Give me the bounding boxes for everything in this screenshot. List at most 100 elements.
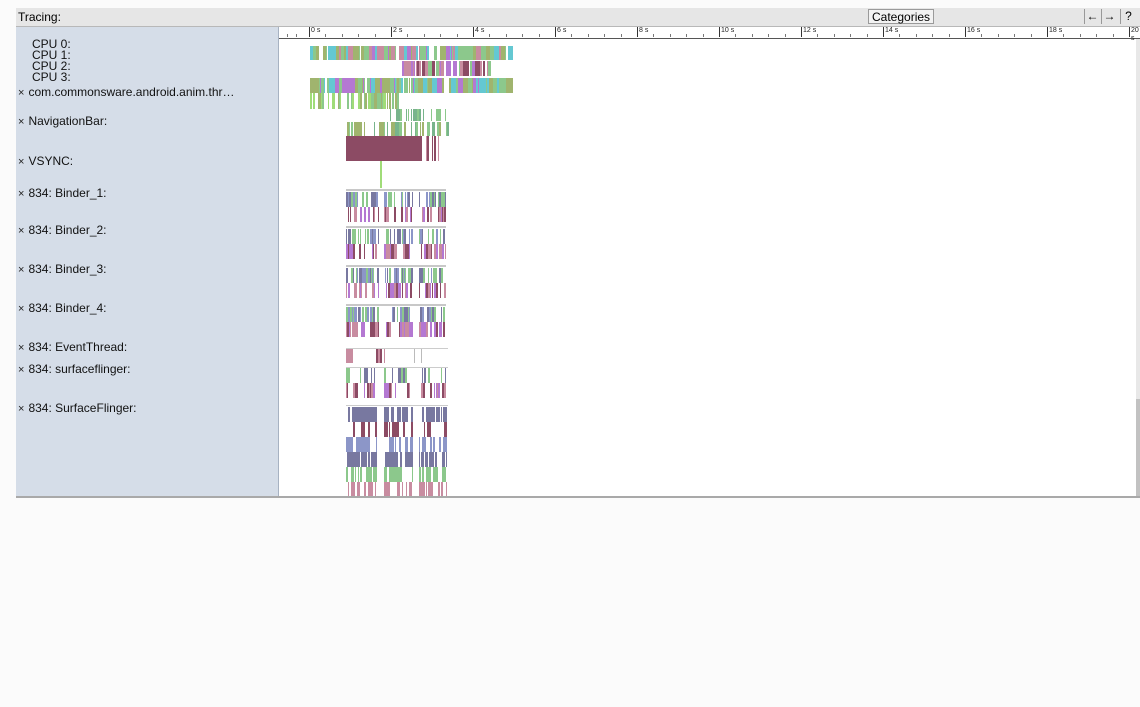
- binder-slice[interactable]: [393, 307, 395, 322]
- binder-slice[interactable]: [402, 283, 403, 298]
- binder-slice[interactable]: [376, 192, 378, 207]
- binder-slice[interactable]: [348, 207, 349, 222]
- cpu-2-slice[interactable]: [409, 78, 410, 93]
- binder-slice[interactable]: [373, 268, 374, 283]
- surfaceflinger-divider[interactable]: [346, 405, 448, 406]
- timeline-tracks[interactable]: [279, 39, 1140, 496]
- anim-slice[interactable]: [411, 122, 412, 136]
- surfaceflinger-slice[interactable]: [434, 383, 435, 398]
- anim-slice[interactable]: [420, 109, 421, 121]
- surfaceflinger-main-slice[interactable]: [445, 422, 447, 437]
- binder-slice[interactable]: [436, 283, 438, 298]
- binder-slice[interactable]: [436, 244, 438, 259]
- binder-slice[interactable]: [378, 322, 379, 337]
- anim-slice[interactable]: [429, 122, 430, 136]
- surfaceflinger-slice[interactable]: [441, 368, 442, 383]
- cpu-2-slice[interactable]: [401, 78, 403, 93]
- binder-slice[interactable]: [389, 268, 391, 283]
- binder-slice[interactable]: [356, 207, 357, 222]
- surfaceflinger-main-slice[interactable]: [346, 422, 348, 437]
- anim-slice[interactable]: [439, 122, 441, 136]
- cpu-3-slice[interactable]: [365, 93, 367, 109]
- anim-slice[interactable]: [445, 109, 446, 121]
- binder-slice[interactable]: [419, 283, 420, 298]
- binder-slice[interactable]: [440, 229, 441, 244]
- cpu-1-slice[interactable]: [480, 61, 482, 76]
- binder-slice[interactable]: [412, 229, 413, 244]
- anim-slice[interactable]: [387, 122, 388, 136]
- binder-slice[interactable]: [423, 268, 425, 283]
- binder-slice[interactable]: [430, 283, 431, 298]
- binder-slice[interactable]: [445, 192, 446, 207]
- binder-slice[interactable]: [441, 268, 443, 283]
- surfaceflinger-main-slice[interactable]: [430, 437, 432, 452]
- cpu-1-slice[interactable]: [414, 61, 415, 76]
- cpu-2-slice[interactable]: [442, 78, 444, 93]
- binder-slice[interactable]: [360, 207, 362, 222]
- cpu-3-slice[interactable]: [333, 93, 335, 109]
- anim-slice[interactable]: [416, 122, 418, 136]
- surfaceflinger-main-slice[interactable]: [376, 467, 377, 482]
- anim-slice[interactable]: [420, 122, 421, 136]
- surfaceflinger-main-slice[interactable]: [411, 422, 413, 437]
- surfaceflinger-main-slice[interactable]: [348, 482, 349, 496]
- surfaceflinger-slice[interactable]: [395, 383, 396, 398]
- cpu-1-slice[interactable]: [488, 61, 491, 76]
- cpu-3-slice[interactable]: [389, 93, 391, 109]
- cpu-0-slice[interactable]: [326, 46, 327, 60]
- surfaceflinger-slice[interactable]: [357, 383, 358, 398]
- cpu-3-slice[interactable]: [397, 93, 399, 109]
- binder-slice[interactable]: [367, 229, 369, 244]
- binder-slice[interactable]: [367, 307, 369, 322]
- surfaceflinger-main-slice[interactable]: [412, 467, 413, 482]
- surfaceflinger-main-slice[interactable]: [412, 407, 413, 422]
- surfaceflinger-slice[interactable]: [430, 383, 432, 398]
- surfaceflinger-main-slice[interactable]: [386, 422, 388, 437]
- binder-slice[interactable]: [358, 229, 359, 244]
- binder-slice[interactable]: [421, 244, 422, 259]
- surfaceflinger-slice[interactable]: [374, 368, 375, 383]
- cpu-0-slice[interactable]: [434, 46, 437, 60]
- binder-slice[interactable]: [394, 207, 396, 222]
- cpu-3-slice[interactable]: [347, 93, 349, 109]
- binder-slice[interactable]: [363, 322, 365, 337]
- surfaceflinger-main-slice[interactable]: [353, 437, 355, 452]
- binder-slice[interactable]: [419, 192, 420, 207]
- close-icon[interactable]: ×: [18, 87, 24, 99]
- surfaceflinger-main-slice[interactable]: [348, 407, 350, 422]
- navigationbar-slice[interactable]: [438, 136, 439, 161]
- binder-slice[interactable]: [394, 229, 395, 244]
- binder-slice[interactable]: [426, 322, 428, 337]
- binder-slice[interactable]: [402, 192, 403, 207]
- surfaceflinger-main-slice[interactable]: [387, 407, 389, 422]
- surfaceflinger-main-slice[interactable]: [363, 422, 365, 437]
- surfaceflinger-main-slice[interactable]: [406, 407, 408, 422]
- anim-slice[interactable]: [423, 109, 424, 121]
- binder-slice[interactable]: [364, 207, 366, 222]
- surfaceflinger-main-slice[interactable]: [358, 452, 360, 467]
- binder-slice[interactable]: [359, 244, 361, 259]
- cpu-3-slice[interactable]: [352, 93, 354, 109]
- surfaceflinger-main-slice[interactable]: [446, 452, 447, 467]
- binder-slice[interactable]: [441, 322, 442, 337]
- close-icon[interactable]: ×: [18, 342, 24, 354]
- binder-slice[interactable]: [360, 307, 361, 322]
- cpu-0-slice[interactable]: [505, 46, 506, 60]
- anim-slice[interactable]: [404, 122, 406, 136]
- anim-slice[interactable]: [361, 122, 362, 136]
- binder-slice[interactable]: [431, 244, 432, 259]
- binder-divider[interactable]: [346, 304, 446, 306]
- binder-slice[interactable]: [386, 283, 387, 298]
- binder-slice[interactable]: [357, 268, 358, 283]
- navigationbar-slice[interactable]: [432, 136, 433, 161]
- surfaceflinger-slice[interactable]: [405, 368, 407, 383]
- navigationbar-slice[interactable]: [427, 136, 429, 161]
- cpu-1-slice[interactable]: [432, 61, 435, 76]
- cpu-3-slice[interactable]: [340, 93, 341, 109]
- navigationbar-slice[interactable]: [434, 136, 436, 161]
- cpu-0-slice[interactable]: [316, 46, 319, 60]
- surfaceflinger-slice[interactable]: [392, 368, 393, 383]
- binder-slice[interactable]: [362, 307, 364, 322]
- close-icon[interactable]: ×: [18, 264, 24, 276]
- surfaceflinger-main-slice[interactable]: [375, 407, 377, 422]
